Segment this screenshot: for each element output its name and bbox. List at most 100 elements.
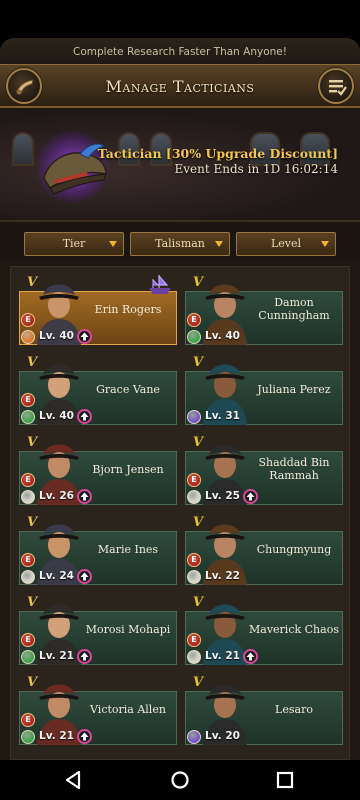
talisman-icon bbox=[187, 490, 201, 504]
tactician-level: Lv. 21 bbox=[39, 730, 74, 742]
tactician-card[interactable]: V Shaddad Bin Rammah E Lv. 25 bbox=[185, 433, 343, 505]
upgrade-arrow-icon[interactable] bbox=[77, 329, 92, 344]
tactician-level: Lv. 31 bbox=[205, 410, 240, 422]
dropdown-arrow-icon bbox=[321, 241, 329, 247]
talisman-icon bbox=[21, 490, 35, 504]
tier-badge-icon: E bbox=[21, 473, 35, 487]
tactician-name: Erin Rogers bbox=[94, 302, 162, 316]
tactician-card[interactable]: V Maverick Chaos E Lv. 21 bbox=[185, 593, 343, 665]
tactician-level: Lv. 21 bbox=[39, 650, 74, 662]
up-arrow-icon bbox=[80, 332, 89, 341]
filter-label: Level bbox=[270, 237, 302, 250]
up-arrow-icon bbox=[80, 652, 89, 661]
tactician-name: Chungmyung bbox=[256, 542, 332, 556]
tactician-grid: V Erin Rogers E Lv. 40 V Damon Cunningham E Lv.… bbox=[10, 266, 350, 760]
upgrade-arrow-icon[interactable] bbox=[77, 489, 92, 504]
filter-talisman-dropdown[interactable]: Talisman bbox=[130, 232, 230, 256]
tactician-card[interactable]: V Grace Vane E Lv. 40 bbox=[19, 353, 177, 425]
triangle-back-icon[interactable] bbox=[62, 768, 86, 792]
event-banner[interactable]: Tactician [30% Upgrade Discount] Event E… bbox=[0, 110, 360, 222]
checklist-icon bbox=[329, 80, 347, 96]
filter-bar: Tier Talisman Level bbox=[0, 222, 360, 260]
talisman-icon bbox=[21, 410, 35, 424]
background-window bbox=[12, 132, 34, 166]
talisman-icon bbox=[21, 330, 35, 344]
tactician-name: Damon Cunningham bbox=[258, 296, 330, 322]
tactician-card[interactable]: V Morosi Mohapi E Lv. 21 bbox=[19, 593, 177, 665]
menu-button[interactable] bbox=[318, 68, 354, 104]
tactician-card[interactable]: V Chungmyung E Lv. 22 bbox=[185, 513, 343, 585]
upgrade-arrow-icon[interactable] bbox=[77, 569, 92, 584]
tier-badge-icon: E bbox=[21, 553, 35, 567]
talisman-icon bbox=[21, 650, 35, 664]
tactician-card[interactable]: V Victoria Allen E Lv. 21 bbox=[19, 673, 177, 745]
tactician-name: Shaddad Bin Rammah bbox=[258, 456, 330, 482]
dropdown-arrow-icon bbox=[215, 241, 223, 247]
tactician-name: Victoria Allen bbox=[90, 702, 166, 716]
title-bar: Manage Tacticians bbox=[0, 64, 360, 108]
tagline-banner: Complete Research Faster Than Anyone! bbox=[0, 38, 360, 66]
tactician-level: Lv. 26 bbox=[39, 490, 74, 502]
tactician-level: Lv. 25 bbox=[205, 490, 240, 502]
event-timer: Event Ends in 1D 16:02:14 bbox=[174, 162, 339, 176]
tactician-card[interactable]: V Bjorn Jensen E Lv. 26 bbox=[19, 433, 177, 505]
page-title: Manage Tacticians bbox=[105, 77, 255, 96]
event-title: Tactician [30% Upgrade Discount] bbox=[97, 146, 338, 161]
tactician-level: Lv. 22 bbox=[205, 570, 240, 582]
status-bar bbox=[0, 0, 360, 38]
tier-badge-icon: E bbox=[21, 633, 35, 647]
talisman-icon bbox=[21, 570, 35, 584]
square-recents-icon[interactable] bbox=[273, 768, 297, 792]
talisman-icon bbox=[21, 730, 35, 744]
tactician-card[interactable]: V Marie Ines E Lv. 24 bbox=[19, 513, 177, 585]
android-nav-bar bbox=[0, 760, 360, 800]
tactician-card[interactable]: V Juliana Perez Lv. 31 bbox=[185, 353, 343, 425]
filter-level-dropdown[interactable]: Level bbox=[236, 232, 336, 256]
tier-badge-icon: E bbox=[21, 393, 35, 407]
tier-badge-icon: E bbox=[187, 313, 201, 327]
tactician-level: Lv. 40 bbox=[39, 330, 74, 342]
back-button[interactable] bbox=[6, 68, 42, 104]
tactician-level: Lv. 24 bbox=[39, 570, 74, 582]
tactician-card[interactable]: V Lesaro Lv. 20 bbox=[185, 673, 343, 745]
upgrade-arrow-icon[interactable] bbox=[77, 649, 92, 664]
upgrade-arrow-icon[interactable] bbox=[243, 489, 258, 504]
up-arrow-icon bbox=[80, 412, 89, 421]
tactician-name: Maverick Chaos bbox=[249, 622, 339, 636]
upgrade-arrow-icon[interactable] bbox=[77, 409, 92, 424]
up-arrow-icon bbox=[80, 572, 89, 581]
filter-tier-dropdown[interactable]: Tier bbox=[24, 232, 124, 256]
upgrade-arrow-icon[interactable] bbox=[243, 649, 258, 664]
tactician-name: Lesaro bbox=[275, 702, 313, 716]
filter-label: Talisman bbox=[155, 237, 205, 250]
tactician-level: Lv. 21 bbox=[205, 650, 240, 662]
filter-label: Tier bbox=[62, 237, 86, 250]
talisman-icon bbox=[187, 650, 201, 664]
horn-icon bbox=[16, 79, 34, 95]
up-arrow-icon bbox=[246, 652, 255, 661]
talisman-icon bbox=[187, 330, 201, 344]
upgrade-arrow-icon[interactable] bbox=[77, 729, 92, 744]
up-arrow-icon bbox=[80, 732, 89, 741]
talisman-icon bbox=[187, 410, 201, 424]
talisman-icon bbox=[187, 730, 201, 744]
up-arrow-icon bbox=[80, 492, 89, 501]
tactician-level: Lv. 40 bbox=[39, 410, 74, 422]
up-arrow-icon bbox=[246, 492, 255, 501]
tactician-name: Morosi Mohapi bbox=[85, 622, 171, 636]
tier-badge-icon: E bbox=[187, 633, 201, 647]
manage-tacticians-screen: Complete Research Faster Than Anyone! Ma… bbox=[0, 38, 360, 760]
tactician-name: Grace Vane bbox=[96, 382, 160, 396]
circle-home-icon[interactable] bbox=[168, 768, 192, 792]
tactician-card[interactable]: V Erin Rogers E Lv. 40 bbox=[19, 273, 177, 345]
dropdown-arrow-icon bbox=[109, 241, 117, 247]
tier-badge-icon: E bbox=[187, 553, 201, 567]
tactician-name: Juliana Perez bbox=[257, 382, 331, 396]
tactician-level: Lv. 40 bbox=[205, 330, 240, 342]
tier-badge-icon: E bbox=[21, 313, 35, 327]
tactician-name: Marie Ines bbox=[97, 542, 159, 556]
tier-badge-icon: E bbox=[21, 713, 35, 727]
tier-badge-icon: E bbox=[187, 473, 201, 487]
tactician-card[interactable]: V Damon Cunningham E Lv. 40 bbox=[185, 273, 343, 345]
talisman-icon bbox=[187, 570, 201, 584]
